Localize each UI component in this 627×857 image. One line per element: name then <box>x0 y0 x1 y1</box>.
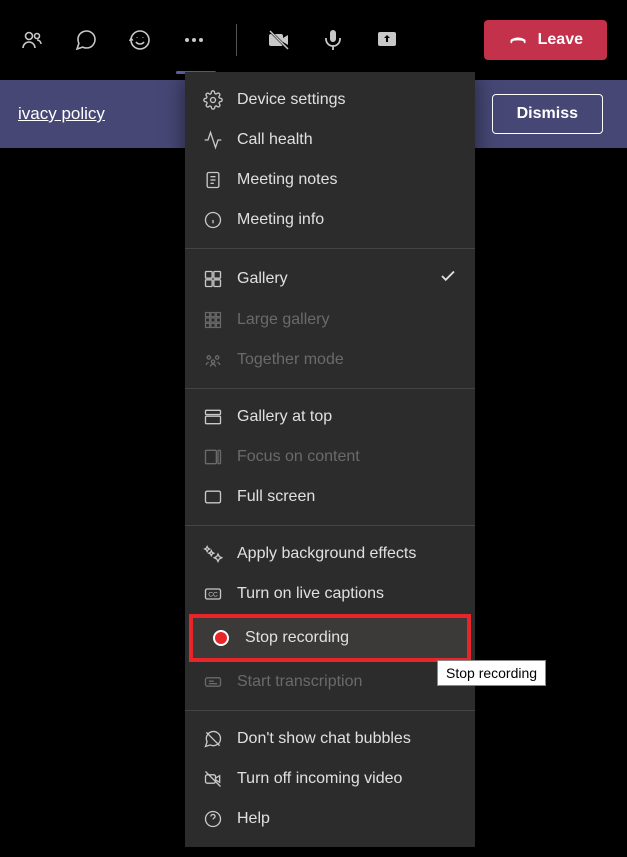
check-icon <box>439 267 457 290</box>
together-icon <box>203 350 223 370</box>
menu-label: Focus on content <box>237 448 360 466</box>
info-icon <box>203 210 223 230</box>
menu-incoming-video[interactable]: Turn off incoming video <box>185 759 475 799</box>
menu-label: Turn on live captions <box>237 585 384 603</box>
highlight-annotation: Stop recording <box>189 614 471 662</box>
menu-device-settings[interactable]: Device settings <box>185 80 475 120</box>
sparkle-icon <box>203 544 223 564</box>
chat-off-icon <box>203 729 223 749</box>
menu-label: Apply background effects <box>237 545 416 563</box>
reactions-icon[interactable] <box>128 28 152 52</box>
leave-label: Leave <box>538 31 583 49</box>
menu-background-effects[interactable]: Apply background effects <box>185 534 475 574</box>
menu-label: Together mode <box>237 351 344 369</box>
help-icon <box>203 809 223 829</box>
menu-chat-bubbles[interactable]: Don't show chat bubbles <box>185 719 475 759</box>
share-icon[interactable] <box>375 28 399 52</box>
divider <box>236 24 237 56</box>
video-off-icon <box>203 769 223 789</box>
menu-label: Help <box>237 810 270 828</box>
layout-row-icon <box>203 407 223 427</box>
menu-focus-content: Focus on content <box>185 437 475 477</box>
menu-call-health[interactable]: Call health <box>185 120 475 160</box>
hangup-icon <box>508 30 528 50</box>
menu-label: Large gallery <box>237 311 330 329</box>
transcript-icon <box>203 672 223 692</box>
more-actions-icon[interactable] <box>182 28 206 52</box>
menu-gallery[interactable]: Gallery <box>185 257 475 300</box>
menu-start-transcription: Start transcription <box>185 662 475 702</box>
people-icon[interactable] <box>20 28 44 52</box>
menu-meeting-info[interactable]: Meeting info <box>185 200 475 240</box>
microphone-icon[interactable] <box>321 28 345 52</box>
cc-icon: CC <box>203 584 223 604</box>
svg-text:CC: CC <box>208 592 218 599</box>
meeting-toolbar: Leave <box>0 0 627 80</box>
grid-icon <box>203 269 223 289</box>
menu-meeting-notes[interactable]: Meeting notes <box>185 160 475 200</box>
menu-label: Full screen <box>237 488 315 506</box>
gear-icon <box>203 90 223 110</box>
menu-together-mode: Together mode <box>185 340 475 380</box>
menu-full-screen[interactable]: Full screen <box>185 477 475 517</box>
menu-stop-recording[interactable]: Stop recording <box>193 618 467 658</box>
menu-label: Turn off incoming video <box>237 770 402 788</box>
menu-live-captions[interactable]: CC Turn on live captions <box>185 574 475 614</box>
menu-label: Meeting info <box>237 211 324 229</box>
menu-help[interactable]: Help <box>185 799 475 839</box>
menu-label: Gallery <box>237 270 288 288</box>
layout-side-icon <box>203 447 223 467</box>
menu-label: Call health <box>237 131 313 149</box>
fullscreen-icon <box>203 487 223 507</box>
record-icon <box>211 628 231 648</box>
menu-label: Start transcription <box>237 673 362 691</box>
leave-button[interactable]: Leave <box>484 20 607 60</box>
menu-label: Gallery at top <box>237 408 332 426</box>
chat-icon[interactable] <box>74 28 98 52</box>
large-grid-icon <box>203 310 223 330</box>
menu-label: Don't show chat bubbles <box>237 730 411 748</box>
camera-off-icon[interactable] <box>267 28 291 52</box>
tooltip-stop-recording: Stop recording <box>437 660 546 686</box>
more-actions-menu: Device settings Call health Meeting note… <box>185 72 475 847</box>
dismiss-button[interactable]: Dismiss <box>492 94 603 134</box>
menu-label: Stop recording <box>245 629 349 647</box>
menu-label: Meeting notes <box>237 171 338 189</box>
activity-icon <box>203 130 223 150</box>
menu-label: Device settings <box>237 91 346 109</box>
menu-gallery-top[interactable]: Gallery at top <box>185 397 475 437</box>
menu-large-gallery: Large gallery <box>185 300 475 340</box>
notes-icon <box>203 170 223 190</box>
privacy-policy-link[interactable]: ivacy policy <box>18 104 105 124</box>
